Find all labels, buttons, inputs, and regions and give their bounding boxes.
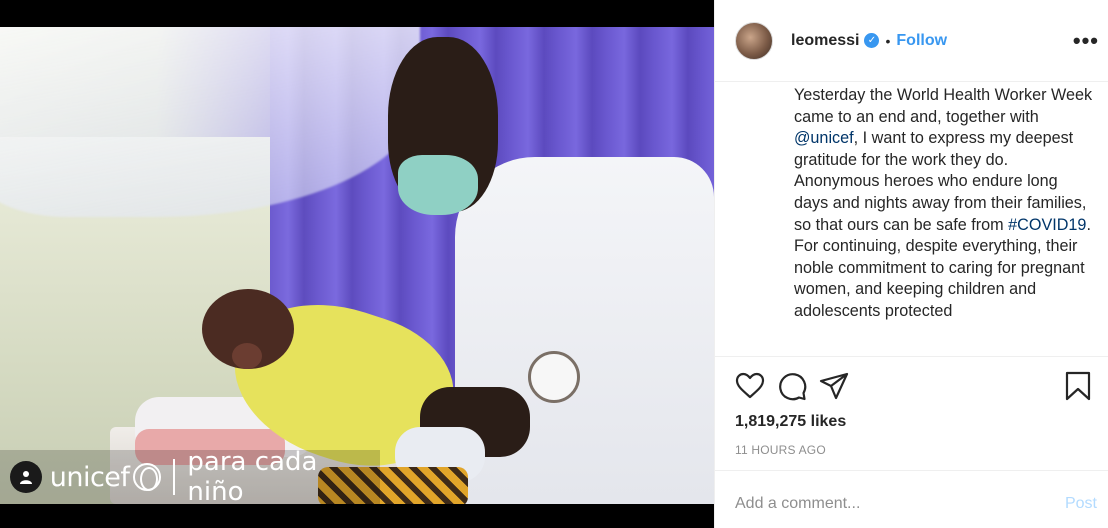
post-sidebar: leomessi ✓ • Follow ••• Yesterday the Wo… [714,0,1108,528]
bookmark-icon[interactable] [1063,371,1093,401]
caption-paragraph: Anonymous heroes who endure long days an… [794,172,1091,234]
follow-button[interactable]: Follow [896,32,947,50]
caption-paragraph: Yesterday the World Health Worker Week c… [794,86,1093,169]
more-icon[interactable]: ••• [1073,28,1099,54]
comment-icon[interactable] [777,371,807,401]
post-header: leomessi ✓ • Follow ••• [715,0,1108,82]
post-caption: Yesterday the World Health Worker Week c… [794,85,1094,355]
user-tag-icon[interactable] [10,461,42,493]
unicef-watermark: unicef para cada niño [0,447,380,507]
verified-icon: ✓ [864,33,880,48]
post-media: unicef para cada niño [0,0,714,528]
instagram-post: unicef para cada niño leomessi ✓ • Follo… [0,0,1108,528]
hashtag-link[interactable]: #COVID19 [1008,216,1086,234]
username-link[interactable]: leomessi [791,32,859,50]
face-mask [398,155,478,215]
unicef-tagline: para cada niño [187,447,318,507]
comment-input[interactable] [735,495,1035,513]
header-separator: • [885,32,891,49]
mention-link[interactable]: @unicef [794,129,854,147]
comment-box: Post [715,470,1108,528]
unicef-globe-icon [133,463,162,491]
coat-badge [528,351,580,403]
share-icon[interactable] [819,371,849,401]
post-timestamp[interactable]: 11 HOURS AGO [735,443,826,457]
post-photo[interactable] [0,27,714,504]
avatar[interactable] [735,21,773,60]
caption-paragraph: For continuing, despite everything, thei… [794,237,1085,320]
post-comment-button[interactable]: Post [1065,495,1097,513]
unicef-logo: unicef [50,462,162,493]
post-actions: 1,819,275 likes 11 HOURS AGO [715,356,1108,470]
likes-count[interactable]: 1,819,275 likes [735,413,846,431]
heart-icon[interactable] [735,371,765,401]
